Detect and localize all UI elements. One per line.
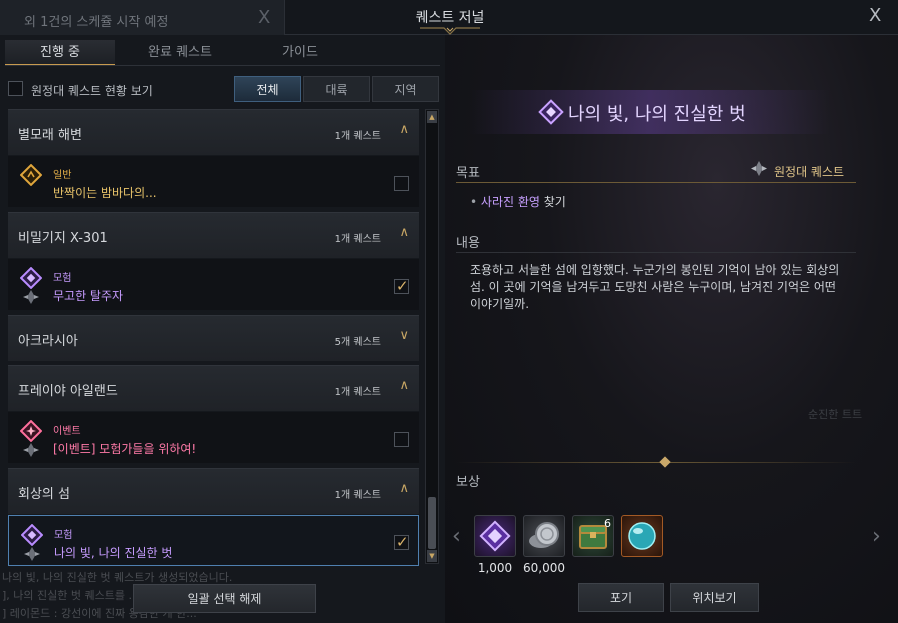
chevron-up-icon[interactable]: ∧ [399,378,409,393]
scrollbar-thumb[interactable] [428,497,436,549]
expedition-emblem-icon [24,547,40,561]
quest-type: 일반 [53,170,72,181]
quest-item[interactable]: 일반 반짝이는 밤바다의... [8,156,419,207]
quest-name: 나의 빛, 나의 진실한 벗 [54,546,173,560]
locate-quest-button[interactable]: 위치보기 [670,583,759,612]
region-quest-count: 1개 퀘스트 [334,387,381,398]
title-ornament-icon [420,27,480,35]
region-name: 비밀기지 X-301 [18,231,108,246]
region-header[interactable]: 별모래 해변 1개 퀘스트 ∧ [8,109,419,155]
abandon-quest-button[interactable]: 포기 [578,583,664,612]
reward-quantity-badge: 6 [604,517,611,530]
chat-line: ], 나의 진실한 벗 퀘스트를 ... [2,589,139,602]
adventure-quest-icon [20,267,42,289]
quest-tabs: 진행 중 완료 퀘스트 가이드 [5,40,440,66]
cyan-orb-icon [628,522,656,550]
quest-type: 이벤트 [53,426,81,437]
quest-description: 조용하고 서늘한 섬에 입항했다. 누군가의 봉인된 기억이 남아 있는 회상의… [470,263,840,311]
content-section-label: 내용 [456,236,480,251]
tab-in-progress[interactable]: 진행 중 [5,40,115,66]
reward-slot[interactable] [474,515,516,557]
goal-objective-action: 찾기 [539,195,566,209]
purple-gem-icon [479,520,511,552]
quest-list-scrollbar[interactable]: ▲ ▼ [425,109,439,564]
quest-track-checkbox[interactable] [394,176,409,191]
region-name: 프레이야 아일랜드 [18,384,118,399]
filter-continent[interactable]: 대륙 [303,76,370,102]
reward-slot[interactable] [621,515,663,557]
reward-prev-arrow-icon[interactable]: ‹ [452,524,461,549]
scroll-up-icon[interactable]: ▲ [427,111,437,123]
silver-coin-icon [529,522,559,548]
filter-area[interactable]: 지역 [372,76,439,102]
close-window-button[interactable]: X [869,5,881,26]
quest-track-checkbox[interactable]: ✓ [394,533,409,551]
checkmark-icon: ✓ [396,277,409,295]
expedition-checkbox-label: 원정대 퀘스트 현황 보기 [31,84,153,98]
quest-item-selected[interactable]: 모험 나의 빛, 나의 진실한 벗 ✓ [8,515,419,566]
region-quest-count: 1개 퀘스트 [334,490,381,501]
region-header[interactable]: 비밀기지 X-301 1개 퀘스트 ∧ [8,212,419,258]
expedition-checkbox[interactable] [8,81,23,96]
goal-divider [456,182,856,183]
background-nameplate: 순진한 트트 [808,408,863,421]
chevron-down-icon[interactable]: ∨ [399,328,409,343]
adventure-quest-icon [538,99,564,125]
event-quest-icon [20,420,42,442]
goal-objective: • 사라진 환영 찾기 [470,195,566,209]
tab-divider [5,65,440,66]
chevron-up-icon[interactable]: ∧ [399,122,409,137]
region-name: 회상의 섬 [18,487,70,502]
reward-value: 60,000 [523,561,565,575]
region-quest-count: 1개 퀘스트 [334,131,381,142]
filter-all[interactable]: 전체 [234,76,301,102]
quest-type: 모험 [53,273,72,284]
checkmark-icon: ✓ [396,533,409,551]
region-quest-count: 1개 퀘스트 [334,234,381,245]
reward-divider [456,462,856,463]
adventure-quest-icon [21,524,43,546]
region-header[interactable]: 아크라시아 5개 퀘스트 ∨ [8,315,419,361]
quest-track-checkbox[interactable]: ✓ [394,277,409,295]
expedition-emblem-icon [23,290,39,304]
quest-name: 무고한 탈주자 [53,289,124,303]
window-title: 퀘스트 저널 [415,10,485,26]
chat-line: 나의 빛, 나의 진실한 벗 퀘스트가 생성되었습니다. [2,571,233,584]
region-header[interactable]: 프레이야 아일랜드 1개 퀘스트 ∧ [8,365,419,411]
region-header[interactable]: 회상의 섬 1개 퀘스트 ∧ [8,468,419,514]
schedule-notice-text: 외 1건의 스케쥴 시작 예정 [24,15,169,30]
goal-objective-target: 사라진 환영 [480,195,540,209]
quest-name: [이벤트] 모험가들을 위하여! [53,442,197,456]
tab-completed[interactable]: 완료 퀘스트 [125,40,235,66]
region-name: 별모래 해변 [18,128,82,143]
region-name: 아크라시아 [18,334,78,349]
quest-item[interactable]: 모험 무고한 탈주자 ✓ [8,259,419,310]
quest-item[interactable]: 이벤트 [이벤트] 모험가들을 위하여! [8,412,419,463]
reward-slot[interactable] [523,515,565,557]
expedition-emblem-icon [23,443,39,457]
content-divider [456,252,856,253]
close-icon[interactable]: X [258,7,270,28]
region-quest-count: 5개 퀘스트 [334,337,381,348]
quest-name: 반짝이는 밤바다의... [53,186,157,200]
chevron-up-icon[interactable]: ∧ [399,225,409,240]
tab-guide[interactable]: 가이드 [245,40,355,66]
deselect-all-button[interactable]: 일괄 선택 해제 [133,584,316,613]
chevron-up-icon[interactable]: ∧ [399,481,409,496]
expedition-emblem-icon [751,161,767,176]
normal-quest-icon [20,164,42,186]
quest-detail-title: 나의 빛, 나의 진실한 벗 [568,104,746,125]
quest-type: 모험 [54,530,73,541]
scroll-down-icon[interactable]: ▼ [427,550,437,562]
quest-track-checkbox[interactable] [394,432,409,447]
goal-section-label: 목표 [456,166,480,181]
reward-next-arrow-icon[interactable]: › [872,524,881,549]
schedule-notice[interactable]: 외 1건의 스케쥴 시작 예정 X [0,0,285,35]
reward-section-label: 보상 [456,475,480,490]
expedition-quest-tag: 원정대 퀘스트 [774,165,845,179]
quest-list: 별모래 해변 1개 퀘스트 ∧ 일반 반짝이는 밤바다의... 비밀기지 X-3… [8,109,419,569]
